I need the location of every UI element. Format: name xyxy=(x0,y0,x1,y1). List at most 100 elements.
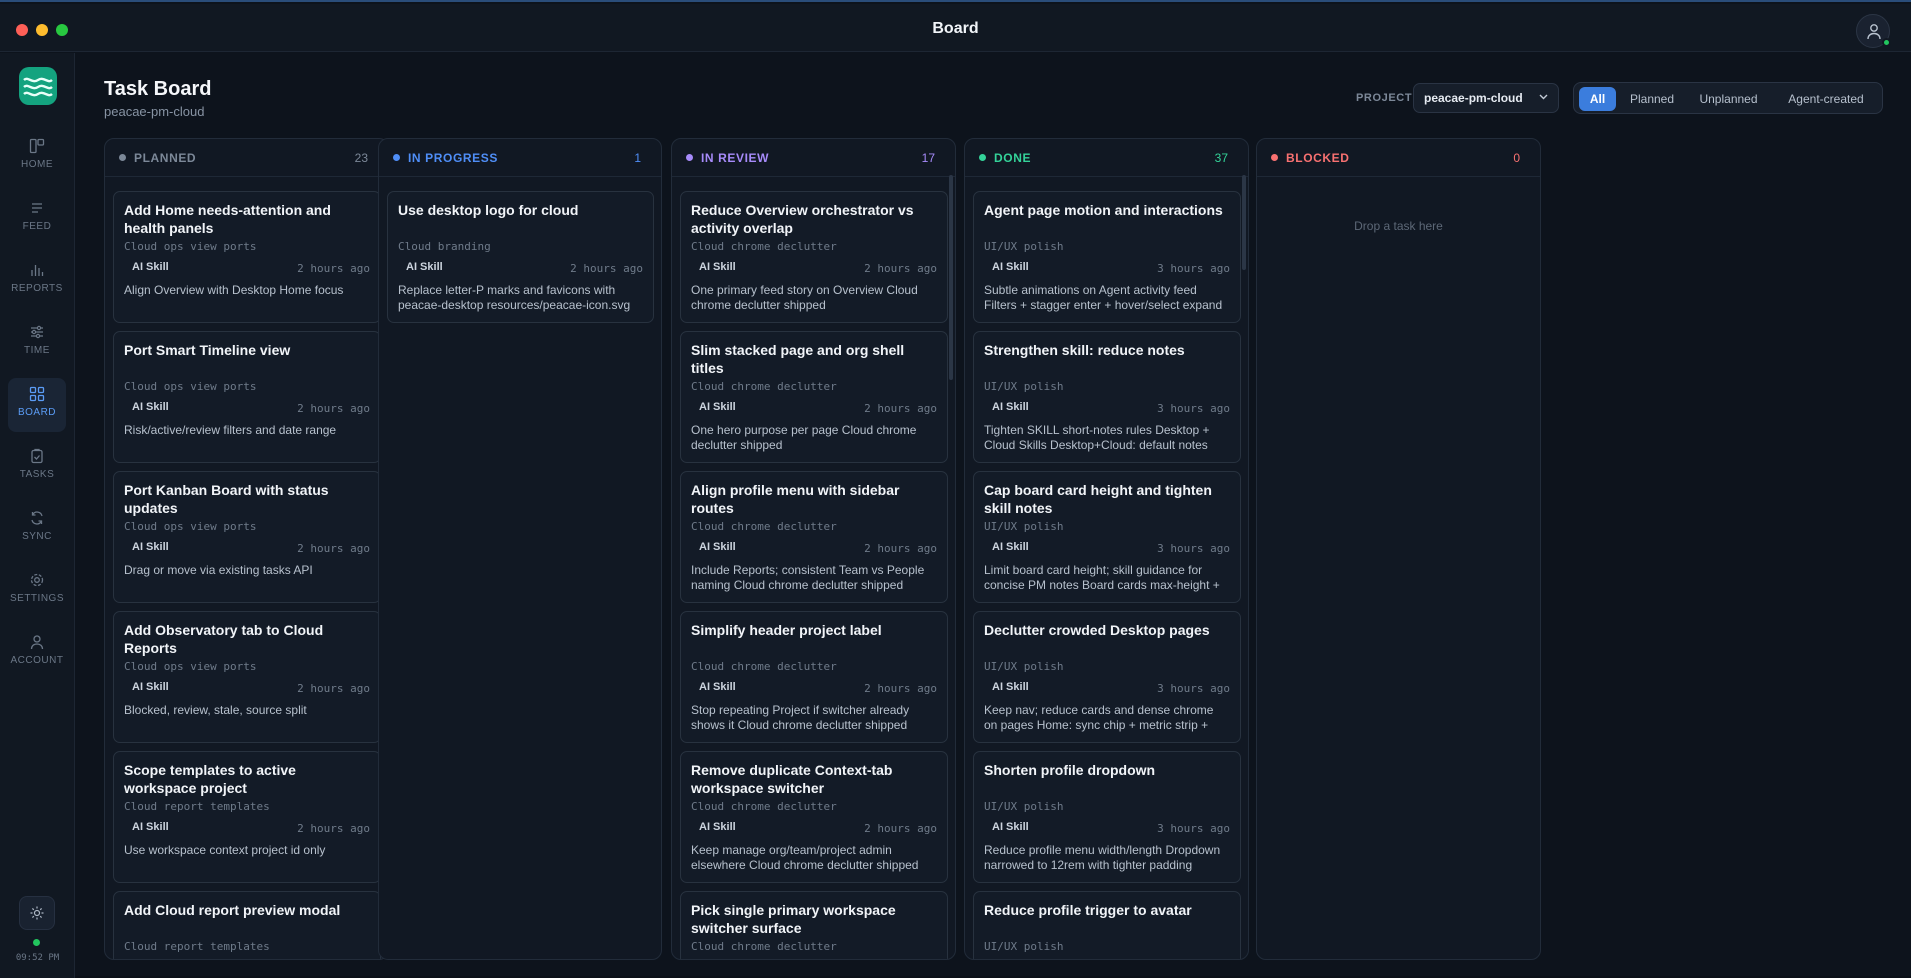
task-card-skill: AI Skill xyxy=(132,541,169,553)
task-card-note: Include Reports; consistent Team vs Peop… xyxy=(691,563,925,592)
task-card-note: Limit board card height; skill guidance … xyxy=(984,563,1220,592)
task-card-title: Slim stacked page and org shell titles xyxy=(691,342,905,376)
column-count: 1 xyxy=(634,151,641,165)
task-card-time: 2 hours ago xyxy=(297,402,370,415)
task-card-meta: AI Skill 2 hours ago xyxy=(691,819,937,841)
task-card[interactable]: Align profile menu with sidebar routes Cl… xyxy=(680,471,948,603)
task-card-meta: AI Skill 2 hours ago xyxy=(691,399,937,421)
sidebar-item-label: HOME xyxy=(21,159,53,170)
tasks-icon xyxy=(31,448,43,464)
reports-icon xyxy=(31,265,44,276)
app-logo[interactable] xyxy=(19,67,57,105)
task-card[interactable]: Agent page motion and interactions UI/UX … xyxy=(973,191,1241,323)
task-card[interactable]: Port Smart Timeline view Cloud ops view p… xyxy=(113,331,381,463)
sun-icon xyxy=(30,906,44,920)
column-in-review[interactable]: IN REVIEW 17 Reduce Overview orchestrator … xyxy=(671,138,956,960)
task-card[interactable]: Scope templates to active workspace proj… xyxy=(113,751,381,883)
task-card-note: Stop repeating Project if switcher alrea… xyxy=(691,703,910,732)
task-card[interactable]: Strengthen skill: reduce notes UI/UX poli… xyxy=(973,331,1241,463)
task-card[interactable]: Slim stacked page and org shell titles Cl… xyxy=(680,331,948,463)
task-card-note: Keep nav; reduce cards and dense chrome … xyxy=(984,703,1214,732)
task-card-note: Reduce profile menu width/length Dropdow… xyxy=(984,843,1221,872)
task-card[interactable]: Add Cloud report preview modal Cloud repo… xyxy=(113,891,381,959)
sidebar-item-account[interactable]: ACCOUNT xyxy=(8,626,66,680)
sidebar-item-time[interactable]: TIME xyxy=(8,316,66,370)
task-card[interactable]: Simplify header project label Cloud chrom… xyxy=(680,611,948,743)
task-card-time: 2 hours ago xyxy=(864,682,937,695)
task-card[interactable]: Add Home needs-attention and health pane… xyxy=(113,191,381,323)
task-card-meta xyxy=(691,959,937,960)
task-card-meta: AI Skill 3 hours ago xyxy=(984,819,1230,841)
task-card-skill: AI Skill xyxy=(699,541,736,553)
task-card-time: 2 hours ago xyxy=(570,262,643,275)
filter-all-button[interactable]: All xyxy=(1579,87,1616,111)
task-card-title: Add Cloud report preview modal xyxy=(124,902,341,918)
task-card-meta: AI Skill 2 hours ago xyxy=(124,539,370,561)
board-icon xyxy=(29,386,45,402)
column-card-list: Reduce Overview orchestrator vs activity… xyxy=(680,191,948,960)
task-card[interactable]: Declutter crowded Desktop pages UI/UX pol… xyxy=(973,611,1241,743)
task-card-meta: AI Skill 2 hours ago xyxy=(691,539,937,561)
task-card-title: Add Home needs-attention and health pane… xyxy=(124,202,331,236)
column-header: IN REVIEW 17 xyxy=(672,139,955,177)
task-card-skill: AI Skill xyxy=(992,681,1029,693)
column-header: PLANNED 23 xyxy=(105,139,388,177)
task-card[interactable]: Remove duplicate Context-tab workspace s… xyxy=(680,751,948,883)
task-card-time: 2 hours ago xyxy=(864,822,937,835)
sidebar-item-label: SETTINGS xyxy=(9,593,64,604)
column-in-progress[interactable]: IN PROGRESS 1 Use desktop logo for cloud Cl… xyxy=(378,138,662,960)
task-card-tag: UI/UX polish xyxy=(984,380,1064,393)
column-title: IN PROGRESS xyxy=(408,151,498,165)
task-card-note: One primary feed story on Overview Cloud… xyxy=(691,283,918,312)
sidebar: HOME FEED REPORTS TIME BOARD TASKS SYNC xyxy=(0,53,75,978)
column-card-list xyxy=(1265,191,1533,959)
column-done[interactable]: DONE 37 Agent page motion and interactions… xyxy=(964,138,1249,960)
column-header: BLOCKED 0 xyxy=(1257,139,1540,177)
sidebar-item-home[interactable]: HOME xyxy=(8,130,66,184)
column-status-dot xyxy=(686,154,693,161)
task-card-meta xyxy=(984,959,1230,960)
project-select[interactable]: peacae-pm-cloud xyxy=(1413,83,1559,113)
task-card[interactable]: Shorten profile dropdown UI/UX polish AI S… xyxy=(973,751,1241,883)
task-card-meta: AI Skill 3 hours ago xyxy=(984,399,1230,421)
task-card-note: Subtle animations on Agent activity feed… xyxy=(984,283,1223,312)
sidebar-item-reports[interactable]: REPORTS xyxy=(8,254,66,308)
filter-unplanned-button[interactable]: Unplanned xyxy=(1687,87,1770,111)
time-icon xyxy=(31,325,43,339)
task-card-tag: Cloud chrome declutter xyxy=(691,800,837,813)
sidebar-item-label: TASKS xyxy=(19,469,55,480)
task-card-tag: Cloud ops view ports xyxy=(124,660,257,673)
column-scrollbar[interactable] xyxy=(1242,175,1246,270)
column-blocked[interactable]: BLOCKED 0 Drop a task here xyxy=(1256,138,1541,960)
task-card[interactable]: Port Kanban Board with status updates Clo… xyxy=(113,471,381,603)
sidebar-item-settings[interactable]: SETTINGS xyxy=(8,564,66,618)
column-header: IN PROGRESS 1 xyxy=(379,139,661,177)
column-status-dot xyxy=(393,154,400,161)
sidebar-item-feed[interactable]: FEED xyxy=(8,192,66,246)
column-header: DONE 37 xyxy=(965,139,1248,177)
task-card-time: 2 hours ago xyxy=(297,822,370,835)
task-card-tag: Cloud ops view ports xyxy=(124,380,257,393)
sidebar-item-board[interactable]: BOARD xyxy=(8,378,66,432)
column-title: BLOCKED xyxy=(1286,151,1350,165)
filter-agent-created-button[interactable]: Agent-created xyxy=(1774,87,1878,111)
column-planned[interactable]: PLANNED 23 Add Home needs-attention and he… xyxy=(104,138,389,960)
task-card[interactable]: Add Observatory tab to Cloud Reports Clou… xyxy=(113,611,381,743)
sidebar-item-tasks[interactable]: TASKS xyxy=(8,440,66,494)
task-card-skill: AI Skill xyxy=(406,261,443,273)
task-card-tag: Cloud chrome declutter xyxy=(691,940,837,953)
chevron-down-icon xyxy=(1539,94,1548,100)
sidebar-item-sync[interactable]: SYNC xyxy=(8,502,66,556)
task-card[interactable]: Use desktop logo for cloud Cloud branding… xyxy=(387,191,654,323)
task-card[interactable]: Reduce Overview orchestrator vs activity… xyxy=(680,191,948,323)
task-card[interactable]: Pick single primary workspace switcher s… xyxy=(680,891,948,960)
task-card-skill: AI Skill xyxy=(132,821,169,833)
task-card-note: Align Overview with Desktop Home focus xyxy=(124,283,344,297)
theme-toggle-button[interactable] xyxy=(19,896,55,930)
task-card[interactable]: Cap board card height and tighten skill … xyxy=(973,471,1241,603)
filter-planned-button[interactable]: Planned xyxy=(1621,87,1683,111)
column-scrollbar[interactable] xyxy=(949,175,953,380)
page-subtitle: peacae-pm-cloud xyxy=(104,104,205,119)
sync-icon xyxy=(31,511,43,525)
task-card[interactable]: Reduce profile trigger to avatar UI/UX po… xyxy=(973,891,1241,960)
